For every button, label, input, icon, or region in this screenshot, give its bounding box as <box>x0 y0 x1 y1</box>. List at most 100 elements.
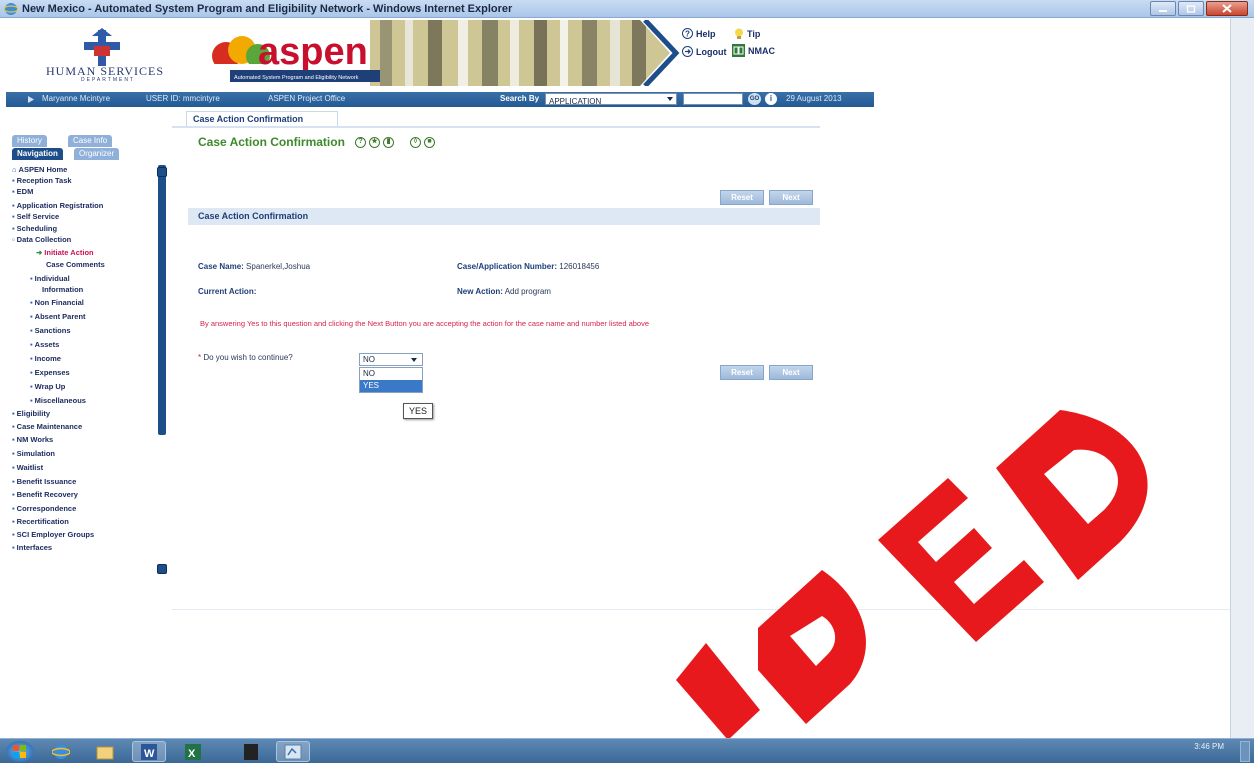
tab-case-action-confirmation[interactable]: Case Action Confirmation <box>186 111 338 126</box>
sidebar-item-miscellaneous[interactable]: ▪ Miscellaneous <box>30 396 86 405</box>
sidebar-item-benefit-issuance[interactable]: ▪ Benefit Issuance <box>12 477 76 486</box>
logout-icon <box>682 46 693 57</box>
main-content: Case Action Confirmation Case Action Con… <box>172 107 1230 607</box>
go-button[interactable]: GO <box>748 93 761 105</box>
sidebar-item-wrap-up[interactable]: ▪ Wrap Up <box>30 382 65 391</box>
excel-icon: X <box>185 743 201 760</box>
reset-button-bottom[interactable]: Reset <box>720 365 764 380</box>
help-icon[interactable]: ? <box>355 137 366 148</box>
explorer-taskbar-button[interactable] <box>88 741 122 762</box>
next-button-bottom[interactable]: Next <box>769 365 813 380</box>
taskbar-clock[interactable]: 3:46 PM <box>1194 742 1224 751</box>
tab-navigation[interactable]: Navigation <box>12 148 63 160</box>
sidebar-item-benefit-recovery[interactable]: ▪ Benefit Recovery <box>12 490 78 499</box>
sidebar-item-non-financial[interactable]: ▪ Non Financial <box>30 298 84 307</box>
help-link[interactable]: ? Help <box>682 28 716 39</box>
sidebar-item-information[interactable]: Information <box>42 285 83 294</box>
svg-text:X: X <box>188 748 196 760</box>
window-controls <box>1150 1 1248 16</box>
maximize-button[interactable] <box>1178 1 1204 16</box>
nmac-link[interactable]: NMAC <box>732 44 775 57</box>
terminal-icon <box>244 743 258 760</box>
sidebar-item-application-registration[interactable]: ▪ Application Registration <box>12 201 103 210</box>
stop-icon[interactable]: ■ <box>424 137 435 148</box>
content-divider <box>172 609 1230 610</box>
svg-text:aspen: aspen <box>258 31 368 73</box>
user-name: Maryanne Mcintyre <box>42 94 111 103</box>
reset-button-top[interactable]: Reset <box>720 190 764 205</box>
sidebar-item-edm[interactable]: ▪ EDM <box>12 187 33 196</box>
close-button[interactable] <box>1206 1 1248 16</box>
sidebar-item-sci-employer-groups[interactable]: ▪ SCI Employer Groups <box>12 530 94 539</box>
option-no[interactable]: NO <box>360 368 422 380</box>
tip-link[interactable]: Tip <box>734 28 760 39</box>
sidebar-item-case-maintenance[interactable]: ▪ Case Maintenance <box>12 422 82 431</box>
tab-history[interactable]: History <box>12 135 47 147</box>
sidebar-item-income[interactable]: ▪ Income <box>30 354 61 363</box>
user-id: USER ID: mmcintyre <box>146 94 220 103</box>
sidebar-item-aspen-home[interactable]: ⌂ ASPEN Home <box>12 165 67 174</box>
sidebar-item-sanctions[interactable]: ▪ Sanctions <box>30 326 71 335</box>
sidebar-item-recertification[interactable]: ▪ Recertification <box>12 517 69 526</box>
svg-text:?: ? <box>685 30 690 39</box>
help-icon: ? <box>682 28 693 39</box>
search-by-label: Search By <box>500 94 540 103</box>
search-by-select[interactable]: APPLICATION <box>545 93 677 106</box>
sidebar-item-expenses[interactable]: ▪ Expenses <box>30 368 70 377</box>
trash-icon[interactable]: ▮ <box>383 137 394 148</box>
current-action-field: Current Action: <box>198 287 256 296</box>
continue-select-value: NO <box>363 355 375 364</box>
sidebar-item-initiate-action[interactable]: ➜ Initiate Action <box>36 248 94 257</box>
sidebar-item-interfaces[interactable]: ▪ Interfaces <box>12 543 52 552</box>
start-button[interactable] <box>6 741 34 762</box>
logout-link[interactable]: Logout <box>682 46 727 57</box>
terminal-taskbar-button[interactable] <box>234 741 268 762</box>
continue-question-label: Do you wish to continue? <box>203 353 293 362</box>
sidebar-item-data-collection[interactable]: ▫ Data Collection <box>12 235 71 244</box>
next-button-top[interactable]: Next <box>769 190 813 205</box>
sidebar-item-assets[interactable]: ▪ Assets <box>30 340 59 349</box>
internet-explorer-icon <box>4 3 18 15</box>
attachment-icon[interactable]: ◊ <box>410 137 421 148</box>
star-icon[interactable]: ★ <box>369 137 380 148</box>
tooltip: YES <box>403 403 433 419</box>
folder-icon <box>96 746 114 759</box>
sidebar-item-individual[interactable]: ▪ Individual <box>30 274 70 283</box>
app-taskbar-button[interactable] <box>276 741 310 762</box>
sidebar-item-reception-task[interactable]: ▪ Reception Task <box>12 176 72 185</box>
taskbar: W X 3:46 PM <box>0 738 1254 763</box>
tip-label: Tip <box>747 28 761 39</box>
continue-select[interactable]: NO <box>359 353 423 366</box>
sidebar-item-waitlist[interactable]: ▪ Waitlist <box>12 463 43 472</box>
sidebar-item-correspondence[interactable]: ▪ Correspondence <box>12 504 76 513</box>
excel-taskbar-button[interactable]: X <box>176 741 210 762</box>
case-name-value: Spanerkel,Joshua <box>246 262 311 271</box>
aspen-tagline: Automated System Program and Eligibility… <box>234 75 359 81</box>
continue-dropdown-list: NO YES <box>359 367 423 393</box>
internet-explorer-taskbar-button[interactable] <box>44 741 78 762</box>
word-taskbar-button[interactable]: W <box>132 741 166 762</box>
page-title: Case Action Confirmation <box>198 135 345 149</box>
tab-case-info[interactable]: Case Info <box>68 135 113 147</box>
sidebar-item-absent-parent[interactable]: ▪ Absent Parent <box>30 312 86 321</box>
option-yes[interactable]: YES <box>360 380 422 392</box>
current-date: 29 August 2013 <box>786 94 842 103</box>
sidebar-item-eligibility[interactable]: ▪ Eligibility <box>12 409 50 418</box>
tab-organizer[interactable]: Organizer <box>74 148 120 160</box>
new-action-field: New Action: Add program <box>457 287 551 296</box>
sidebar-item-self-service[interactable]: ▪ Self Service <box>12 212 59 221</box>
sidebar-item-scheduling[interactable]: ▪ Scheduling <box>12 224 57 233</box>
info-icon[interactable]: i <box>765 93 777 105</box>
show-desktop-button[interactable] <box>1240 741 1250 762</box>
sidebar-item-simulation[interactable]: ▪ Simulation <box>12 449 55 458</box>
minimize-button[interactable] <box>1150 1 1176 16</box>
warning-message: By answering Yes to this question and cl… <box>200 319 650 328</box>
search-input[interactable] <box>683 93 743 105</box>
play-arrow-icon <box>28 96 34 103</box>
search-by-value: APPLICATION <box>549 97 602 106</box>
vertical-scrollbar[interactable] <box>1230 18 1254 738</box>
sidebar-item-case-comments[interactable]: Case Comments <box>46 260 105 269</box>
sidebar-item-nm-works[interactable]: ▪ NM Works <box>12 435 53 444</box>
new-action-label: New Action: <box>457 287 503 296</box>
section-title: Case Action Confirmation <box>198 211 309 221</box>
